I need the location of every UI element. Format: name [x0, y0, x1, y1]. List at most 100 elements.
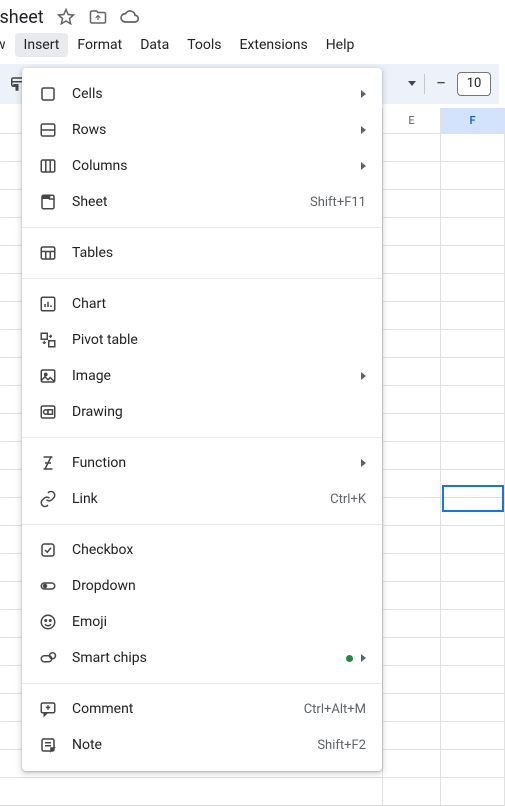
grid-cell[interactable] [441, 134, 505, 161]
decrease-font-button[interactable]: − [433, 73, 449, 94]
menubar-item-extensions[interactable]: Extensions [230, 33, 316, 57]
grid-cell[interactable] [383, 526, 441, 553]
grid-cell[interactable] [441, 526, 505, 553]
menu-item-label: Function [72, 455, 361, 471]
menu-item-pivot-table[interactable]: Pivot table [22, 322, 382, 358]
grid-cell[interactable] [383, 246, 441, 273]
grid-cell[interactable] [441, 330, 505, 357]
menu-item-checkbox[interactable]: Checkbox [22, 532, 382, 568]
submenu-arrow-icon [361, 126, 366, 134]
grid-cell[interactable] [383, 722, 441, 749]
grid-cell[interactable] [441, 750, 505, 777]
menu-item-function[interactable]: Function [22, 445, 382, 481]
chart-icon [38, 294, 58, 314]
emoji-icon [38, 612, 58, 632]
grid-cell[interactable] [441, 246, 505, 273]
menubar-item-insert[interactable]: Insert [15, 33, 69, 57]
menubar-item-help[interactable]: Help [317, 33, 364, 57]
menu-item-columns[interactable]: Columns [22, 148, 382, 184]
grid-cell[interactable] [383, 638, 441, 665]
menu-item-sheet[interactable]: SheetShift+F11 [22, 184, 382, 220]
grid-cell[interactable] [441, 610, 505, 637]
grid-cell[interactable] [441, 498, 505, 525]
menu-separator [22, 278, 382, 279]
grid-cell[interactable] [0, 778, 383, 805]
menu-item-label: Cells [72, 86, 361, 102]
menu-item-smart-chips[interactable]: Smart chips [22, 640, 382, 676]
font-dropdown-icon[interactable] [408, 81, 416, 86]
grid-cell[interactable] [441, 190, 505, 217]
doc-title[interactable]: eadsheet [0, 7, 44, 28]
star-icon[interactable] [56, 7, 76, 27]
drawing-icon [38, 402, 58, 422]
grid-cell[interactable] [441, 414, 505, 441]
menu-item-label: Rows [72, 122, 361, 138]
grid-cell[interactable] [383, 778, 441, 805]
grid-cell[interactable] [441, 274, 505, 301]
grid-cell[interactable] [383, 302, 441, 329]
menu-item-tables[interactable]: Tables [22, 235, 382, 271]
menu-separator [22, 683, 382, 684]
function-icon [38, 453, 58, 473]
grid-cell[interactable] [441, 722, 505, 749]
submenu-arrow-icon [361, 372, 366, 380]
menubar-item-tools[interactable]: Tools [178, 33, 230, 57]
grid-cell[interactable] [441, 778, 505, 805]
menu-item-comment[interactable]: CommentCtrl+Alt+M [22, 691, 382, 727]
menubar-item-data[interactable]: Data [131, 33, 178, 57]
menu-item-cells[interactable]: Cells [22, 76, 382, 112]
grid-cell[interactable] [441, 162, 505, 189]
grid-cell[interactable] [383, 330, 441, 357]
grid-cell[interactable] [441, 442, 505, 469]
menu-item-note[interactable]: NoteShift+F2 [22, 727, 382, 763]
menu-item-link[interactable]: LinkCtrl+K [22, 481, 382, 517]
grid-cell[interactable] [441, 470, 505, 497]
menu-item-emoji[interactable]: Emoji [22, 604, 382, 640]
grid-cell[interactable] [383, 414, 441, 441]
rows-icon [38, 120, 58, 140]
grid-cell[interactable] [383, 190, 441, 217]
insert-menu-dropdown: Cells Rows ColumnsSheetShift+F11 Tables Char… [22, 68, 382, 771]
move-icon[interactable] [88, 7, 108, 27]
image-icon [38, 366, 58, 386]
grid-cell[interactable] [441, 218, 505, 245]
grid-cell[interactable] [383, 582, 441, 609]
menu-item-dropdown[interactable]: Dropdown [22, 568, 382, 604]
grid-cell[interactable] [383, 470, 441, 497]
grid-cell[interactable] [441, 358, 505, 385]
grid-cell[interactable] [441, 666, 505, 693]
grid-cell[interactable] [383, 386, 441, 413]
grid-cell[interactable] [383, 610, 441, 637]
menu-item-label: Emoji [72, 614, 366, 630]
column-header-E[interactable]: E [383, 108, 441, 133]
grid-cell[interactable] [441, 554, 505, 581]
grid-cell[interactable] [383, 162, 441, 189]
grid-cell[interactable] [383, 694, 441, 721]
grid-cell[interactable] [383, 442, 441, 469]
grid-cell[interactable] [441, 302, 505, 329]
checkbox-icon [38, 540, 58, 560]
grid-cell[interactable] [441, 582, 505, 609]
menubar-item-w[interactable]: w [0, 33, 15, 57]
grid-cell[interactable] [383, 750, 441, 777]
cells-icon [38, 84, 58, 104]
menubar-item-format[interactable]: Format [68, 33, 131, 57]
grid-cell[interactable] [383, 358, 441, 385]
grid-cell[interactable] [441, 638, 505, 665]
title-bar: eadsheet [0, 0, 505, 30]
grid-cell[interactable] [383, 274, 441, 301]
grid-cell[interactable] [441, 694, 505, 721]
column-header-F[interactable]: F [441, 108, 505, 133]
grid-cell[interactable] [383, 134, 441, 161]
menu-item-image[interactable]: Image [22, 358, 382, 394]
grid-cell[interactable] [383, 498, 441, 525]
grid-cell[interactable] [383, 218, 441, 245]
grid-cell[interactable] [383, 554, 441, 581]
font-size-input[interactable]: 10 [457, 72, 491, 96]
menu-item-drawing[interactable]: Drawing [22, 394, 382, 430]
menu-item-chart[interactable]: Chart [22, 286, 382, 322]
cloud-icon[interactable] [120, 7, 140, 27]
grid-cell[interactable] [441, 386, 505, 413]
grid-cell[interactable] [383, 666, 441, 693]
menu-item-rows[interactable]: Rows [22, 112, 382, 148]
